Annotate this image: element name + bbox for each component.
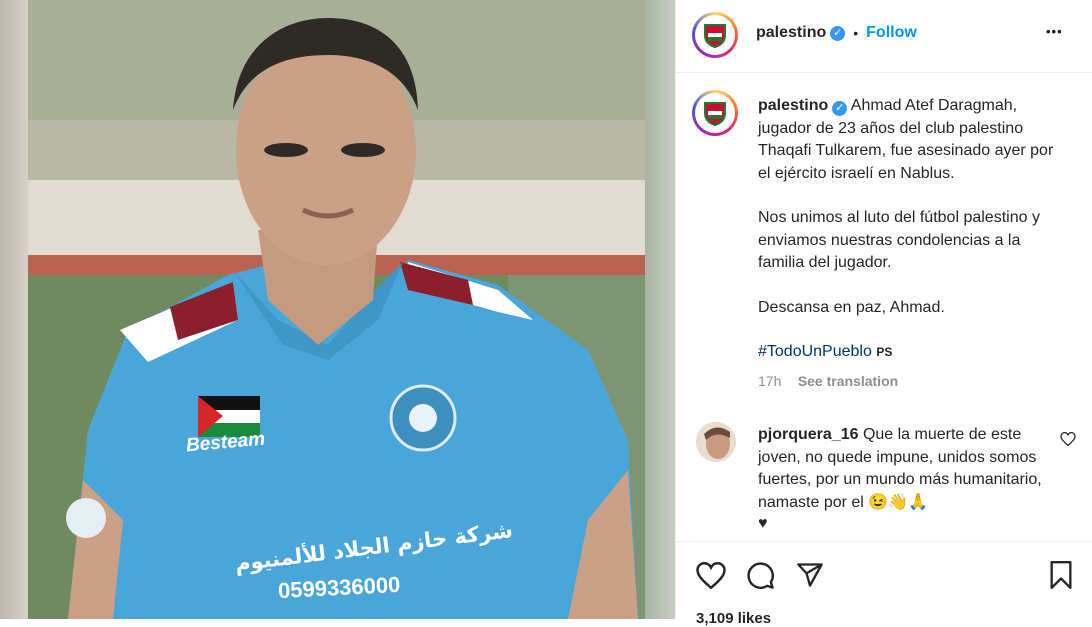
post-details-panel: palestino ✓ • Follow ••• palestino ✓ Ahma…	[675, 0, 1092, 627]
caption-paragraph-2: Nos unimos al luto del fútbol palestino …	[758, 209, 1040, 271]
post-time[interactable]: 17h	[758, 373, 781, 389]
see-translation-link[interactable]: See translation	[798, 373, 898, 389]
caption-username[interactable]: palestino	[758, 97, 828, 114]
caption-paragraph-3: Descansa en paz, Ahmad.	[758, 298, 945, 316]
post-image[interactable]: Besteam شركة حازم الجلاد للألمنيوم 05993…	[28, 0, 674, 619]
federation-patch	[66, 498, 106, 538]
comment-like-icon[interactable]	[1060, 431, 1076, 451]
club-logo-icon	[704, 102, 726, 127]
bookmark-icon[interactable]	[1049, 561, 1073, 594]
post-header: palestino ✓ • Follow •••	[676, 0, 1092, 73]
verified-icon: ✓	[830, 25, 846, 41]
commenter-avatar[interactable]	[696, 422, 736, 462]
action-bar: 3,109 likes	[676, 541, 1092, 627]
comment-heart-emoji: ♥	[758, 515, 768, 532]
verified-icon: ✓	[832, 101, 848, 116]
left-blur-edge	[0, 0, 28, 619]
heart-icon[interactable]	[696, 561, 726, 594]
country-flag-label: PS	[876, 345, 893, 359]
post-username[interactable]: palestino	[756, 24, 826, 42]
comment-icon[interactable]	[746, 561, 775, 595]
caption-avatar[interactable]	[692, 90, 738, 136]
caption: palestino ✓ Ahmad Atef Daragmah, jugador …	[758, 95, 1068, 393]
avatar[interactable]	[692, 12, 738, 58]
club-logo-icon	[704, 24, 726, 49]
follow-button[interactable]: Follow	[866, 24, 917, 42]
hashtag-link[interactable]: #TodoUnPueblo	[758, 343, 872, 360]
right-blur-edge	[645, 0, 675, 619]
player-photo	[28, 0, 674, 619]
more-icon[interactable]: •••	[1046, 24, 1063, 39]
comment: pjorquera_16 Que la muerte de este joven…	[758, 424, 1053, 534]
separator-dot: •	[853, 25, 859, 41]
share-icon[interactable]	[796, 561, 824, 594]
commenter-username[interactable]: pjorquera_16	[758, 426, 858, 443]
commenter-photo	[696, 422, 736, 462]
